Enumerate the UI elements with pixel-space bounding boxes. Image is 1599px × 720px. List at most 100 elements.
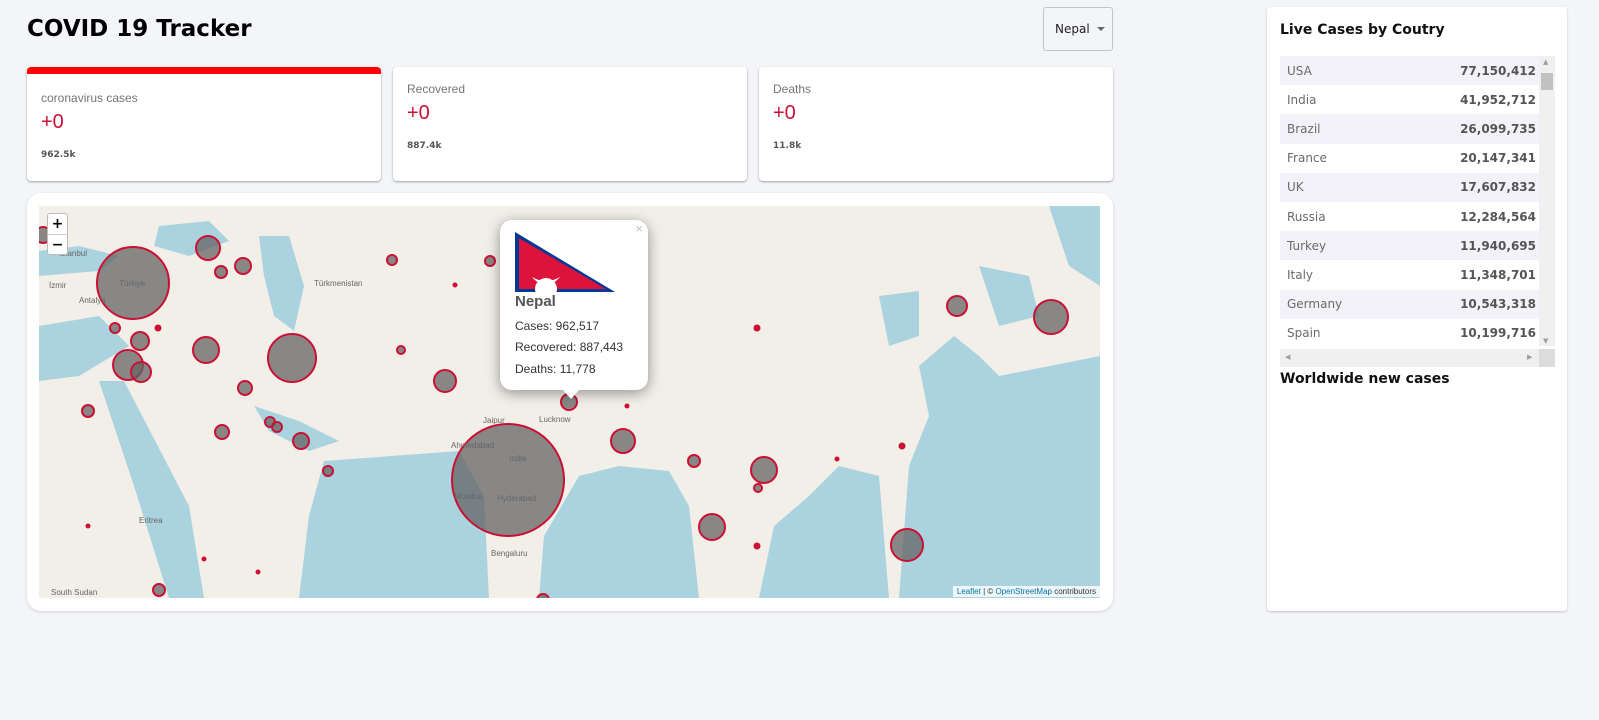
case-circle[interactable] bbox=[452, 282, 458, 288]
card-total: 887.4k bbox=[407, 141, 442, 151]
row-country: Turkey bbox=[1287, 238, 1327, 253]
row-cases: 10,543,318 bbox=[1460, 297, 1536, 312]
scroll-down-icon[interactable]: ▼ bbox=[1543, 337, 1548, 345]
table-row[interactable]: Brazil 26,099,735 bbox=[1280, 114, 1543, 144]
case-circle[interactable] bbox=[214, 424, 230, 440]
table-row[interactable]: USA 77,150,412 bbox=[1280, 56, 1543, 86]
case-circle[interactable] bbox=[753, 542, 761, 550]
table-row[interactable]: Russia 12,284,564 bbox=[1280, 202, 1543, 231]
leaflet-link[interactable]: Leaflet bbox=[957, 587, 981, 596]
map-label-south-sudan: South Sudan bbox=[51, 588, 97, 597]
scroll-up-icon[interactable]: ▲ bbox=[1543, 58, 1548, 66]
cases-card[interactable]: coronavirus cases +0 962.5k bbox=[27, 67, 381, 181]
case-circle[interactable] bbox=[255, 569, 261, 575]
case-circle[interactable] bbox=[698, 513, 726, 541]
scroll-thumb[interactable] bbox=[1541, 73, 1553, 90]
deaths-card[interactable]: Deaths +0 11.8k bbox=[759, 67, 1113, 181]
table-row[interactable]: Turkey 11,940,695 bbox=[1280, 231, 1543, 261]
case-circle[interactable] bbox=[687, 454, 701, 468]
case-circle[interactable] bbox=[898, 442, 906, 450]
case-circle[interactable] bbox=[85, 523, 91, 529]
scroll-left-icon[interactable]: ◀ bbox=[1285, 353, 1290, 361]
row-cases: 17,607,832 bbox=[1460, 180, 1536, 195]
horizontal-scrollbar[interactable]: ◀ ▶ bbox=[1280, 349, 1555, 367]
recovered-card[interactable]: Recovered +0 887.4k bbox=[393, 67, 747, 181]
map-label-eritrea: Eritrea bbox=[139, 516, 163, 525]
case-circle[interactable] bbox=[130, 361, 152, 383]
case-circle[interactable] bbox=[946, 295, 968, 317]
map-label-ahmedabad: Ahmedabad bbox=[451, 441, 494, 450]
map-label-mumbai: Mumbai bbox=[454, 492, 483, 501]
popup-deaths: Deaths: 11,778 bbox=[515, 362, 596, 376]
osm-link[interactable]: OpenStreetMap bbox=[995, 587, 1051, 596]
attribution-sep: | © bbox=[980, 587, 996, 596]
case-circle[interactable] bbox=[834, 456, 840, 462]
row-country: France bbox=[1287, 151, 1327, 166]
card-label: coronavirus cases bbox=[41, 91, 138, 105]
case-circle[interactable] bbox=[130, 331, 150, 351]
row-cases: 12,284,564 bbox=[1460, 209, 1536, 224]
case-circle[interactable] bbox=[396, 345, 406, 355]
case-circle[interactable] bbox=[154, 324, 162, 332]
case-circle[interactable] bbox=[292, 432, 310, 450]
vertical-scrollbar[interactable]: ▲ ▼ bbox=[1539, 56, 1555, 346]
scroll-right-icon[interactable]: ▶ bbox=[1527, 353, 1532, 361]
row-cases: 10,199,716 bbox=[1460, 326, 1536, 341]
case-circle[interactable] bbox=[610, 428, 636, 454]
table-row[interactable]: UK 17,607,832 bbox=[1280, 172, 1543, 202]
cases-table[interactable]: USA 77,150,412 India 41,952,712 Brazil 26,099… bbox=[1280, 56, 1543, 346]
case-circle[interactable] bbox=[152, 583, 166, 597]
case-circle[interactable] bbox=[890, 528, 924, 562]
map-label-jaipur: Jaipur bbox=[483, 416, 505, 425]
case-circle[interactable] bbox=[201, 556, 207, 562]
case-circle[interactable] bbox=[753, 324, 761, 332]
table-row[interactable]: India 41,952,712 bbox=[1280, 85, 1543, 114]
zoom-out-button[interactable]: − bbox=[48, 234, 67, 254]
card-new-value: +0 bbox=[407, 102, 430, 124]
card-new-value: +0 bbox=[773, 102, 796, 124]
row-cases: 77,150,412 bbox=[1460, 63, 1536, 78]
country-select[interactable]: Nepal bbox=[1043, 7, 1113, 51]
row-country: Germany bbox=[1287, 297, 1343, 312]
map-label-lucknow: Lucknow bbox=[539, 415, 571, 424]
case-circle[interactable] bbox=[484, 255, 496, 267]
case-circle[interactable] bbox=[433, 369, 457, 393]
row-cases: 11,940,695 bbox=[1460, 238, 1536, 253]
table-row[interactable]: France 20,147,341 bbox=[1280, 144, 1543, 173]
case-circle[interactable] bbox=[536, 593, 550, 598]
case-circle[interactable] bbox=[322, 465, 334, 477]
case-circle[interactable] bbox=[237, 380, 253, 396]
case-circle[interactable] bbox=[750, 456, 778, 484]
case-circle[interactable] bbox=[109, 322, 121, 334]
map-attribution: Leaflet | © OpenStreetMap contributors bbox=[952, 586, 1100, 597]
map-label-hyderabad: Hyderabad bbox=[497, 494, 536, 503]
popup-country: Nepal bbox=[515, 293, 556, 310]
zoom-in-button[interactable]: + bbox=[48, 214, 67, 234]
zoom-control: + − bbox=[47, 213, 68, 255]
card-total: 962.5k bbox=[41, 150, 76, 160]
sidebar: Live Cases by Coutry USA 77,150,412 India 4… bbox=[1267, 7, 1567, 611]
case-circle[interactable] bbox=[267, 333, 317, 383]
case-circle[interactable] bbox=[1033, 299, 1069, 335]
case-circle[interactable] bbox=[386, 254, 398, 266]
row-cases: 20,147,341 bbox=[1460, 151, 1536, 166]
close-icon[interactable]: × bbox=[635, 221, 643, 236]
case-circle[interactable] bbox=[624, 403, 630, 409]
row-cases: 26,099,735 bbox=[1460, 121, 1536, 136]
case-circle[interactable] bbox=[753, 483, 763, 493]
case-circle[interactable] bbox=[195, 235, 221, 261]
map-label-india: India bbox=[509, 454, 527, 463]
table-row[interactable]: Germany 10,543,318 bbox=[1280, 289, 1543, 319]
card-label: Deaths bbox=[773, 82, 812, 96]
case-circle[interactable] bbox=[81, 404, 95, 418]
case-circle[interactable] bbox=[234, 257, 252, 275]
case-circle[interactable] bbox=[271, 421, 283, 433]
row-country: Spain bbox=[1287, 326, 1321, 341]
card-total: 11.8k bbox=[773, 141, 802, 151]
case-circle[interactable] bbox=[192, 336, 220, 364]
case-circle[interactable] bbox=[214, 265, 228, 279]
table-row[interactable]: Spain 10,199,716 bbox=[1280, 319, 1543, 346]
table-row[interactable]: Italy 11,348,701 bbox=[1280, 260, 1543, 289]
chart-title: Worldwide new cases bbox=[1280, 371, 1450, 387]
sidebar-title: Live Cases by Coutry bbox=[1280, 22, 1445, 38]
